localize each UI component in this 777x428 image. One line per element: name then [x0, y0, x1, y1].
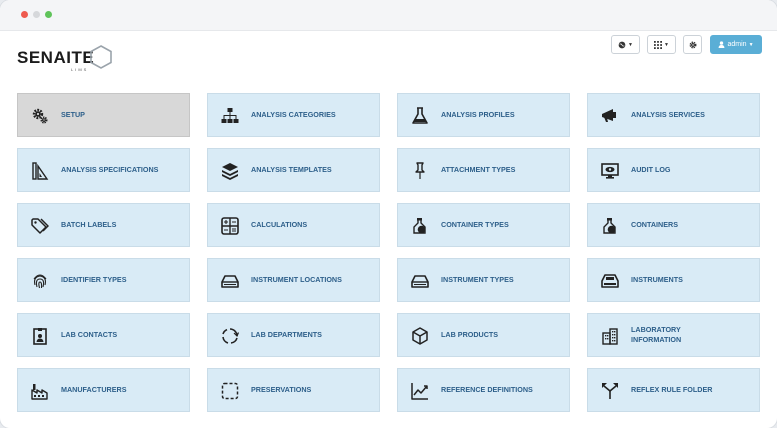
- tile-instrument-types[interactable]: INSTRUMENT TYPES: [397, 258, 570, 302]
- maximize-window-button[interactable]: [45, 11, 52, 18]
- circle-arrows-icon: [221, 327, 239, 345]
- tile-label: ANALYSIS CATEGORIES: [251, 110, 336, 119]
- building-icon: [601, 327, 619, 345]
- hexagon-icon: [90, 45, 112, 69]
- tile-setup[interactable]: SETUP: [17, 93, 190, 137]
- tile-label: CALCULATIONS: [251, 220, 308, 229]
- fingerprint-icon: [31, 272, 49, 290]
- tile-lab-contacts[interactable]: LAB CONTACTS: [17, 313, 190, 357]
- user-icon: [719, 41, 725, 48]
- tile-lab-departments[interactable]: LAB DEPARTMENTS: [207, 313, 380, 357]
- bottle-icon: [411, 217, 429, 235]
- bullhorn-icon: [601, 107, 619, 125]
- tile-reference-definitions[interactable]: REFERENCE DEFINITIONS: [397, 368, 570, 412]
- tile-analysis-categories[interactable]: ANALYSIS CATEGORIES: [207, 93, 380, 137]
- tile-instrument-locations[interactable]: INSTRUMENT LOCATIONS: [207, 258, 380, 302]
- tray-icon: [221, 272, 239, 290]
- scanner-icon: [601, 272, 619, 290]
- tile-attachment-types[interactable]: ATTACHMENT TYPES: [397, 148, 570, 192]
- tile-label: LAB PRODUCTS: [441, 330, 499, 339]
- tile-label: REFLEX RULE FOLDER: [631, 385, 713, 394]
- tile-lab-products[interactable]: LAB PRODUCTS: [397, 313, 570, 357]
- globe-icon: [618, 41, 626, 48]
- tile-label: LABORATORY INFORMATION: [631, 325, 682, 344]
- apps-menu-button[interactable]: ▼: [647, 35, 676, 54]
- monitor-eye-icon: [601, 162, 619, 180]
- tile-analysis-templates[interactable]: ANALYSIS TEMPLATES: [207, 148, 380, 192]
- layers-icon: [221, 162, 239, 180]
- tile-analysis-specifications[interactable]: ANALYSIS SPECIFICATIONS: [17, 148, 190, 192]
- tile-label: INSTRUMENT LOCATIONS: [251, 275, 342, 284]
- tile-label: LAB CONTACTS: [61, 330, 118, 339]
- split-arrows-icon: [601, 382, 619, 400]
- grid-icon: [654, 40, 663, 49]
- close-window-button[interactable]: [21, 11, 28, 18]
- id-badge-icon: [31, 327, 49, 345]
- tile-analysis-services[interactable]: ANALYSIS SERVICES: [587, 93, 760, 137]
- tile-preservations[interactable]: PRESERVATIONS: [207, 368, 380, 412]
- tile-label: LAB DEPARTMENTS: [251, 330, 322, 339]
- tile-containers[interactable]: CONTAINERS: [587, 203, 760, 247]
- ruler-icon: [31, 162, 49, 180]
- tile-label: SETUP: [61, 110, 85, 119]
- bottle-icon: [601, 217, 619, 235]
- tile-label: ATTACHMENT TYPES: [441, 165, 516, 174]
- sitemap-icon: [221, 107, 239, 125]
- tile-label: ANALYSIS TEMPLATES: [251, 165, 332, 174]
- factory-icon: [31, 382, 49, 400]
- chevron-down-icon: ▼: [628, 41, 633, 48]
- gear-icon: [689, 41, 696, 48]
- tile-label: CONTAINERS: [631, 220, 678, 229]
- logo-subtext: LIMS: [71, 67, 89, 72]
- tile-manufacturers[interactable]: MANUFACTURERS: [17, 368, 190, 412]
- tile-analysis-profiles[interactable]: ANALYSIS PROFILES: [397, 93, 570, 137]
- language-menu-button[interactable]: ▼: [611, 35, 640, 54]
- tile-label: ANALYSIS SERVICES: [631, 110, 705, 119]
- user-name: admin: [727, 41, 747, 48]
- calculator-icon: [221, 217, 239, 235]
- chevron-down-icon: ▼: [664, 41, 669, 48]
- chart-line-icon: [411, 382, 429, 400]
- tile-label: PRESERVATIONS: [251, 385, 312, 394]
- title-bar: [0, 0, 777, 31]
- tile-label: CONTAINER TYPES: [441, 220, 509, 229]
- tile-container-types[interactable]: CONTAINER TYPES: [397, 203, 570, 247]
- gears-icon: [31, 107, 49, 125]
- pushpin-icon: [411, 162, 429, 180]
- tile-audit-log[interactable]: AUDIT LOG: [587, 148, 760, 192]
- settings-button[interactable]: [683, 35, 702, 54]
- tile-instruments[interactable]: INSTRUMENTS: [587, 258, 760, 302]
- flask-icon: [411, 107, 429, 125]
- cube-icon: [411, 327, 429, 345]
- tile-label: INSTRUMENT TYPES: [441, 275, 514, 284]
- tile-label: ANALYSIS SPECIFICATIONS: [61, 165, 159, 174]
- logo-text: SENAITE: [17, 48, 95, 67]
- tray-icon: [411, 272, 429, 290]
- minimize-window-button[interactable]: [33, 11, 40, 18]
- tile-reflex-rule-folder[interactable]: REFLEX RULE FOLDER: [587, 368, 760, 412]
- tile-identifier-types[interactable]: IDENTIFIER TYPES: [17, 258, 190, 302]
- user-menu-button[interactable]: admin ▼: [710, 35, 762, 54]
- tile-label: AUDIT LOG: [631, 165, 671, 174]
- browser-window: SENAITE LIMS ▼ ▼ admin ▼ SETUP ANALYSIS …: [0, 0, 777, 428]
- tile-label: REFERENCE DEFINITIONS: [441, 385, 533, 394]
- tile-label: INSTRUMENTS: [631, 275, 683, 284]
- tile-label: IDENTIFIER TYPES: [61, 275, 127, 284]
- chevron-down-icon: ▼: [748, 41, 754, 48]
- tile-calculations[interactable]: CALCULATIONS: [207, 203, 380, 247]
- tile-label: BATCH LABELS: [61, 220, 117, 229]
- tile-batch-labels[interactable]: BATCH LABELS: [17, 203, 190, 247]
- dashed-square-icon: [221, 382, 239, 400]
- tile-label: MANUFACTURERS: [61, 385, 127, 394]
- tile-laboratory-information[interactable]: LABORATORY INFORMATION: [587, 313, 760, 357]
- tile-label: ANALYSIS PROFILES: [441, 110, 515, 119]
- tags-icon: [31, 217, 49, 235]
